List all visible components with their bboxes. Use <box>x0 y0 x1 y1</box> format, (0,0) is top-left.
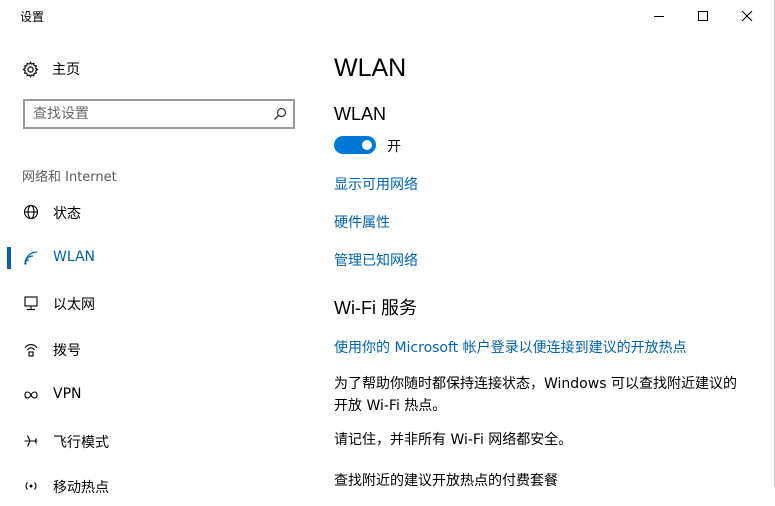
search-box[interactable] <box>23 99 295 129</box>
window-title: 设置 <box>20 10 45 24</box>
ethernet-icon <box>22 294 40 312</box>
paid-plans-text: 查找附近的建议开放热点的付费套餐 <box>334 473 558 489</box>
sidebar-item-ethernet[interactable]: 以太网 <box>0 283 310 323</box>
sidebar-item-wlan[interactable]: WLAN <box>0 238 310 278</box>
sidebar-item-label: 以太网 <box>53 297 95 313</box>
sidebar-item-label: WLAN <box>53 249 96 265</box>
sidebar-item-label: 拨号 <box>53 343 81 359</box>
active-indicator <box>7 247 11 269</box>
toggle-state-label: 开 <box>387 139 401 155</box>
maximize-button[interactable] <box>680 0 726 32</box>
page-title: WLAN <box>334 54 407 82</box>
hotspot-icon <box>22 477 40 495</box>
close-button[interactable] <box>724 0 770 32</box>
sidebar-item-label: VPN <box>53 386 82 402</box>
sidebar-item-label: 移动热点 <box>53 480 109 496</box>
minimize-icon <box>654 16 664 17</box>
sidebar: 主页 网络和 Internet 状态 WLAN <box>0 32 310 496</box>
home-label: 主页 <box>52 62 80 78</box>
sidebar-item-dialup[interactable]: 拨号 <box>0 329 310 369</box>
maximize-icon <box>698 11 708 21</box>
wifi-sense-description: 为了帮助你随时都保持连接状态，Windows 可以查找附近建议的开放 Wi-Fi… <box>334 376 737 414</box>
search-input[interactable] <box>33 105 263 123</box>
section-heading: 网络和 Internet <box>22 170 117 185</box>
search-icon[interactable] <box>273 107 287 121</box>
wlan-heading: WLAN <box>334 104 387 124</box>
sidebar-item-label: 飞行模式 <box>53 435 109 451</box>
sidebar-item-status[interactable]: 状态 <box>0 192 310 232</box>
home-link[interactable]: 主页 <box>22 59 80 79</box>
gear-icon <box>22 60 39 78</box>
wifi-services-heading: Wi-Fi 服务 <box>334 298 417 318</box>
sidebar-item-mobile-hotspot[interactable]: 移动热点 <box>0 466 310 506</box>
wlan-toggle[interactable] <box>334 136 376 154</box>
manage-known-networks-link[interactable]: 管理已知网络 <box>334 250 418 270</box>
airplane-icon <box>22 432 40 450</box>
wifi-icon <box>22 249 40 267</box>
dialup-icon <box>22 340 40 358</box>
globe-icon <box>22 203 40 221</box>
security-note: 请记住，并非所有 Wi-Fi 网络都安全。 <box>334 432 573 448</box>
toggle-knob <box>362 140 372 150</box>
close-icon <box>741 10 753 22</box>
show-available-networks-link[interactable]: 显示可用网络 <box>334 174 418 194</box>
minimize-button[interactable] <box>636 0 682 32</box>
sidebar-item-vpn[interactable]: VPN <box>0 375 310 415</box>
microsoft-account-signin-link[interactable]: 使用你的 Microsoft 帐户登录以便连接到建议的开放热点 <box>334 337 687 357</box>
settings-window: 设置 主页 网络和 Internet <box>0 0 775 496</box>
vpn-icon <box>22 386 40 404</box>
title-bar[interactable]: 设置 <box>0 0 775 32</box>
sidebar-item-label: 状态 <box>53 206 81 222</box>
hardware-properties-link[interactable]: 硬件属性 <box>334 212 390 232</box>
sidebar-item-airplane-mode[interactable]: 飞行模式 <box>0 421 310 461</box>
